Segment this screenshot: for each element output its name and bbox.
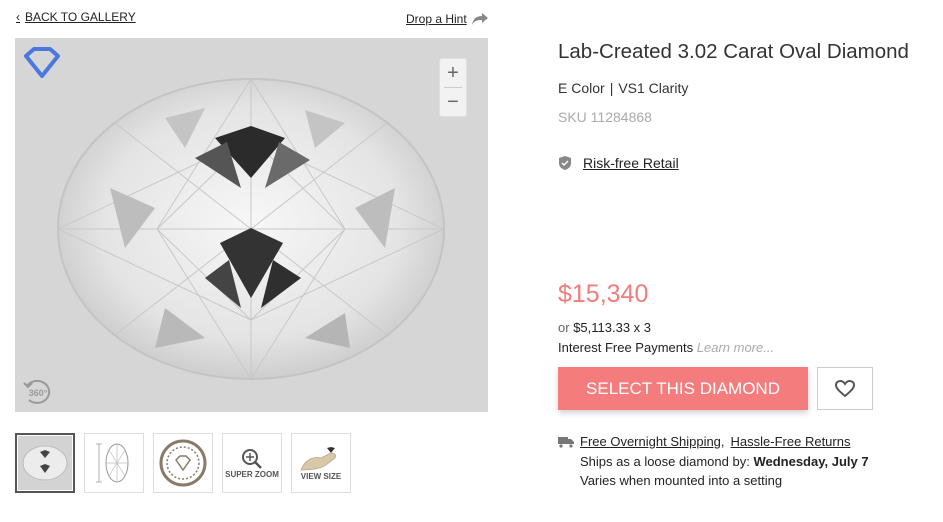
interest-free-label: Interest Free Payments [558, 340, 694, 355]
sku-number: SKU 11284868 [558, 109, 652, 125]
thumbnail-strip: SUPER ZOOM VIEW SIZE [15, 433, 351, 493]
hassle-free-returns-link[interactable]: Hassle-Free Returns [731, 434, 851, 449]
drop-a-hint-link[interactable]: Drop a Hint [406, 12, 489, 26]
zoom-control: + − [439, 58, 467, 117]
back-to-gallery-link[interactable]: ‹ BACK TO GALLERY [16, 10, 136, 24]
risk-free-retail-row: Risk-free Retail [558, 155, 679, 171]
view-size-label: VIEW SIZE [300, 471, 342, 481]
thumbnail-photo[interactable] [15, 433, 75, 493]
shield-check-icon [559, 156, 571, 170]
shipping-comma: , [720, 434, 725, 449]
truck-icon [558, 436, 574, 448]
interest-free-row: Interest Free Payments Learn more... [558, 340, 774, 355]
ships-by-row: Ships as a loose diamond by: Wednesday, … [580, 454, 869, 469]
product-specs: E Color | VS1 Clarity [558, 80, 688, 96]
thumbnail-diagram[interactable] [84, 433, 144, 493]
heart-icon [835, 379, 855, 397]
clarity-grade: VS1 Clarity [618, 80, 689, 96]
thumbnail-super-zoom[interactable]: SUPER ZOOM [222, 433, 282, 493]
learn-more-link[interactable]: Learn more... [697, 340, 774, 355]
diamond-thumb-icon [18, 436, 72, 490]
rotate-360-icon[interactable]: 360° [23, 378, 53, 406]
free-shipping-link[interactable]: Free Overnight Shipping [580, 434, 721, 449]
product-title: Lab-Created 3.02 Carat Oval Diamond [558, 40, 909, 63]
diagram-icon [96, 443, 129, 483]
super-zoom-label: SUPER ZOOM [225, 469, 279, 479]
diamond-logo-icon [24, 47, 60, 78]
mounted-note: Varies when mounted into a setting [580, 473, 783, 488]
select-this-diamond-button[interactable]: SELECT THIS DIAMOND [558, 367, 808, 410]
certificate-seal-icon [159, 439, 207, 487]
product-price: $15,340 [558, 280, 649, 308]
diamond-image [15, 38, 488, 412]
drop-a-hint-label: Drop a Hint [406, 12, 467, 26]
zoom-in-icon[interactable]: + [440, 59, 466, 87]
thumbnail-certificate[interactable] [153, 433, 213, 493]
zoom-out-icon[interactable]: − [440, 88, 466, 116]
ship-date: Wednesday, July 7 [753, 454, 869, 469]
hand-diamond-icon [300, 446, 336, 470]
chevron-left-icon: ‹ [16, 10, 20, 24]
thumbnail-view-size[interactable]: VIEW SIZE [291, 433, 351, 493]
share-arrow-icon [471, 13, 488, 25]
installment-amount: $5,113.33 x 3 [573, 320, 652, 335]
rotate-360-label: 360° [29, 388, 48, 398]
magnifier-icon [242, 448, 262, 469]
color-grade: E Color [558, 80, 605, 96]
ships-by-label: Ships as a loose diamond by: [580, 454, 750, 469]
shipping-row: Free Overnight Shipping, Hassle-Free Ret… [558, 434, 850, 449]
or-label: or [558, 320, 570, 335]
back-to-gallery-label: BACK TO GALLERY [25, 10, 136, 24]
installment-info: or $5,113.33 x 3 [558, 320, 651, 335]
risk-free-retail-link[interactable]: Risk-free Retail [583, 155, 679, 171]
product-image-viewer[interactable]: + − 360° [15, 38, 488, 412]
favorite-button[interactable] [817, 367, 873, 410]
spec-separator: | [609, 80, 614, 96]
